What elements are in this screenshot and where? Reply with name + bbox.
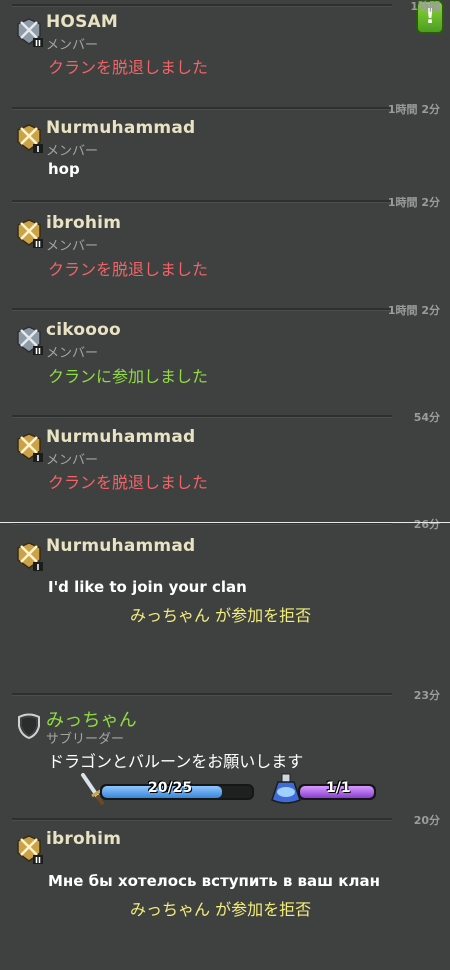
player-name[interactable]: ibrohim — [46, 829, 121, 849]
time-separator: 23分 — [0, 687, 450, 702]
svg-text:II: II — [35, 240, 41, 249]
request-response: みっちゃん が参加を拒否 — [130, 900, 312, 919]
event-message: クランに参加しました — [48, 367, 209, 386]
request-response: みっちゃん が参加を拒否 — [130, 606, 312, 625]
spells-progress-bar: 1/1 — [298, 780, 376, 800]
player-name[interactable]: ibrohim — [46, 213, 121, 233]
time-separator: 1時間 2分 — [0, 302, 450, 317]
player-name[interactable]: Nurmuhammad — [46, 536, 195, 556]
player-role: メンバー — [46, 144, 99, 159]
event-message: クランを脱退しました — [48, 58, 209, 77]
player-name[interactable]: cikoooo — [46, 320, 121, 340]
svg-text:II: II — [35, 39, 41, 48]
time-separator: 20分 — [0, 812, 450, 827]
player-name[interactable]: HOSAM — [46, 12, 118, 32]
player-role: メンバー — [46, 346, 99, 361]
svg-text:I: I — [37, 145, 40, 154]
time-separator: 1時間 — [0, 0, 450, 13]
player-name[interactable]: Nurmuhammad — [46, 427, 195, 447]
svg-text:I: I — [37, 454, 40, 463]
time-separator: 26分 — [0, 516, 450, 531]
silver-sword-badge-icon: II — [17, 326, 43, 356]
shield-outline-icon — [18, 713, 40, 740]
svg-text:II: II — [35, 347, 41, 356]
troops-count: 20/25 — [148, 780, 193, 796]
event-message: クランを脱退しました — [48, 260, 209, 279]
svg-text:I: I — [37, 563, 40, 572]
troops-progress-bar: 20/25 — [100, 780, 254, 800]
donation-request-message: ドラゴンとバルーンをお願いします — [48, 752, 304, 771]
gold-sword-badge-icon: II — [17, 835, 43, 865]
gold-sword-badge-icon: II — [17, 219, 43, 249]
time-separator: 54分 — [0, 409, 450, 424]
gold-sword-badge-icon: I — [17, 124, 43, 154]
player-name[interactable]: Nurmuhammad — [46, 118, 195, 138]
spells-count: 1/1 — [326, 780, 351, 796]
event-message: クランを脱退しました — [48, 473, 209, 492]
join-request-message: Мне бы хотелось вступить в ваш клан — [48, 872, 380, 890]
chat-message: hop — [48, 160, 80, 178]
join-request-message: I'd like to join your clan — [48, 578, 247, 596]
divider — [0, 522, 450, 523]
player-role: サブリーダー — [46, 732, 125, 747]
silver-sword-badge-icon: II — [17, 18, 43, 48]
player-role: メンバー — [46, 38, 99, 53]
gold-sword-badge-icon: I — [17, 542, 43, 572]
svg-text:II: II — [35, 856, 41, 865]
player-role: メンバー — [46, 453, 99, 468]
time-separator: 1時間 2分 — [0, 194, 450, 209]
time-separator: 1時間 2分 — [0, 101, 450, 116]
player-role: メンバー — [46, 239, 99, 254]
gold-sword-badge-icon: I — [17, 433, 43, 463]
